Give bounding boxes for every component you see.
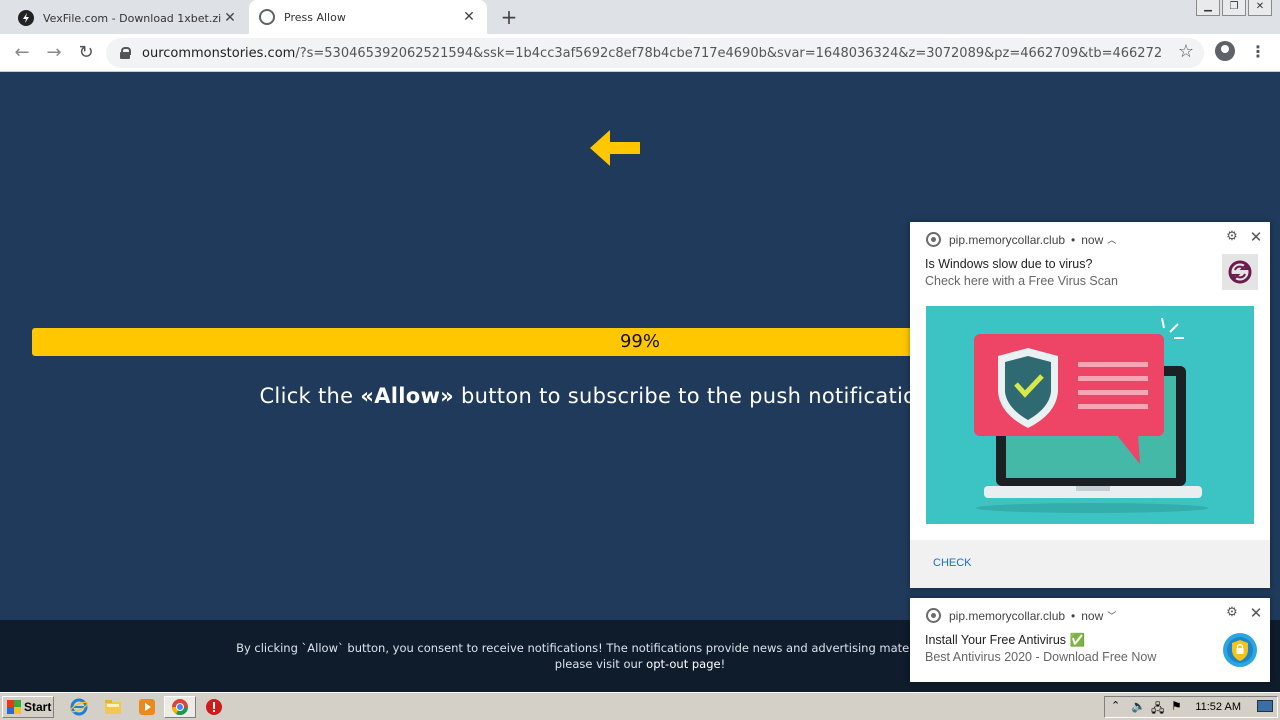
notification-virus-scan[interactable]: pip.memorycollar.club • now ︿ ⚙ ✕ Is Win… [910, 222, 1270, 588]
system-tray: ⌃ 🔈 🖧 ⚑ 11:52 AM [1104, 696, 1278, 718]
notification-time: now [1081, 232, 1104, 247]
laptop-shield-illustration [926, 306, 1254, 524]
globe-icon [259, 9, 275, 25]
notification-header: pip.memorycollar.club • now ︿ [926, 232, 1116, 247]
bookmark-star-icon[interactable]: ☆ [1178, 41, 1194, 62]
lock-icon [120, 47, 131, 59]
close-icon[interactable]: ✕ [1248, 228, 1264, 246]
tab-vexfile[interactable]: VexFile.com - Download 1xbet.zip ✕ [8, 2, 248, 34]
clock[interactable]: 11:52 AM [1195, 701, 1241, 713]
tab-close-icon[interactable]: ✕ [461, 9, 477, 25]
notification-body: Best Antivirus 2020 - Download Free Now [925, 650, 1157, 664]
chevron-up-icon[interactable]: ︿ [1107, 233, 1116, 246]
network-icon[interactable]: 🖧 [1151, 699, 1164, 720]
opt-out-link[interactable]: opt-out page [646, 657, 720, 671]
new-tab-button[interactable]: + [499, 6, 519, 28]
left-arrow-icon [590, 130, 640, 166]
volume-icon[interactable]: 🔈 [1131, 699, 1146, 713]
windows-logo-icon [7, 700, 21, 714]
chevron-down-icon[interactable]: ﹀ [1107, 609, 1116, 622]
url-text[interactable]: ourcommonstories.com/?s=5304653920625215… [142, 46, 1162, 61]
show-desktop-icon[interactable] [1257, 700, 1273, 712]
stop-icon[interactable] [205, 698, 223, 716]
notification-time: now [1081, 608, 1104, 623]
scan-refresh-icon [1222, 254, 1258, 290]
notification-source: pip.memorycollar.club [949, 232, 1066, 247]
chrome-icon [926, 232, 941, 247]
flag-icon[interactable]: ⚑ [1171, 699, 1182, 713]
notification-title: Install Your Free Antivirus ✅ [925, 633, 1086, 647]
close-window-button[interactable]: ✕ [1248, 0, 1272, 16]
tab-close-icon[interactable]: ✕ [222, 10, 238, 26]
minimize-button[interactable]: ▁ [1196, 0, 1220, 16]
gear-icon[interactable]: ⚙ [1224, 228, 1240, 244]
check-button[interactable]: CHECK [933, 557, 972, 569]
chrome-taskbar-button[interactable] [164, 696, 196, 718]
notification-antivirus[interactable]: pip.memorycollar.club • now ﹀ ⚙ ✕ Instal… [910, 598, 1270, 682]
browser-toolbar: ← → ↻ ourcommonstories.com/?s=5304653920… [0, 34, 1280, 72]
tab-title: VexFile.com - Download 1xbet.zip [43, 11, 222, 25]
tab-strip: VexFile.com - Download 1xbet.zip ✕ Press… [0, 0, 1280, 34]
notification-source: pip.memorycollar.club [949, 608, 1066, 623]
notification-header: pip.memorycollar.club • now ﹀ [926, 608, 1116, 623]
address-bar[interactable]: ourcommonstories.com/?s=5304653920625215… [106, 38, 1204, 68]
gear-icon[interactable]: ⚙ [1224, 604, 1240, 620]
notification-body: Check here with a Free Virus Scan [925, 274, 1118, 288]
windows-taskbar: Start ⌃ 🔈 🖧 ⚑ 11:52 AM [0, 692, 1280, 720]
chrome-icon [171, 699, 188, 716]
tab-title: Press Allow [284, 10, 346, 24]
notification-title: Is Windows slow due to virus? [925, 257, 1093, 271]
window-controls: ▁ ❐ ✕ [1196, 0, 1272, 16]
start-button[interactable]: Start [2, 696, 54, 718]
folder-icon[interactable] [104, 698, 122, 716]
antivirus-shield-icon [1223, 633, 1257, 667]
internet-explorer-icon[interactable] [70, 698, 88, 716]
notification-actions: CHECK [910, 540, 1270, 588]
tab-press-allow[interactable]: Press Allow ✕ [249, 0, 487, 34]
vexfile-favicon-icon [18, 10, 34, 26]
notification-hero-image [926, 306, 1254, 524]
media-player-icon[interactable] [138, 698, 156, 716]
profile-avatar-icon[interactable] [1215, 41, 1235, 61]
back-arrow-icon[interactable]: ← [10, 41, 34, 65]
chrome-icon [926, 608, 941, 623]
close-icon[interactable]: ✕ [1248, 604, 1264, 622]
tray-expand-icon[interactable]: ⌃ [1111, 699, 1120, 712]
menu-kebab-icon[interactable]: ⋮ [1250, 40, 1266, 64]
maximize-button[interactable]: ❐ [1222, 0, 1246, 16]
reload-icon[interactable]: ↻ [74, 41, 98, 65]
forward-arrow-icon[interactable]: → [42, 41, 66, 65]
